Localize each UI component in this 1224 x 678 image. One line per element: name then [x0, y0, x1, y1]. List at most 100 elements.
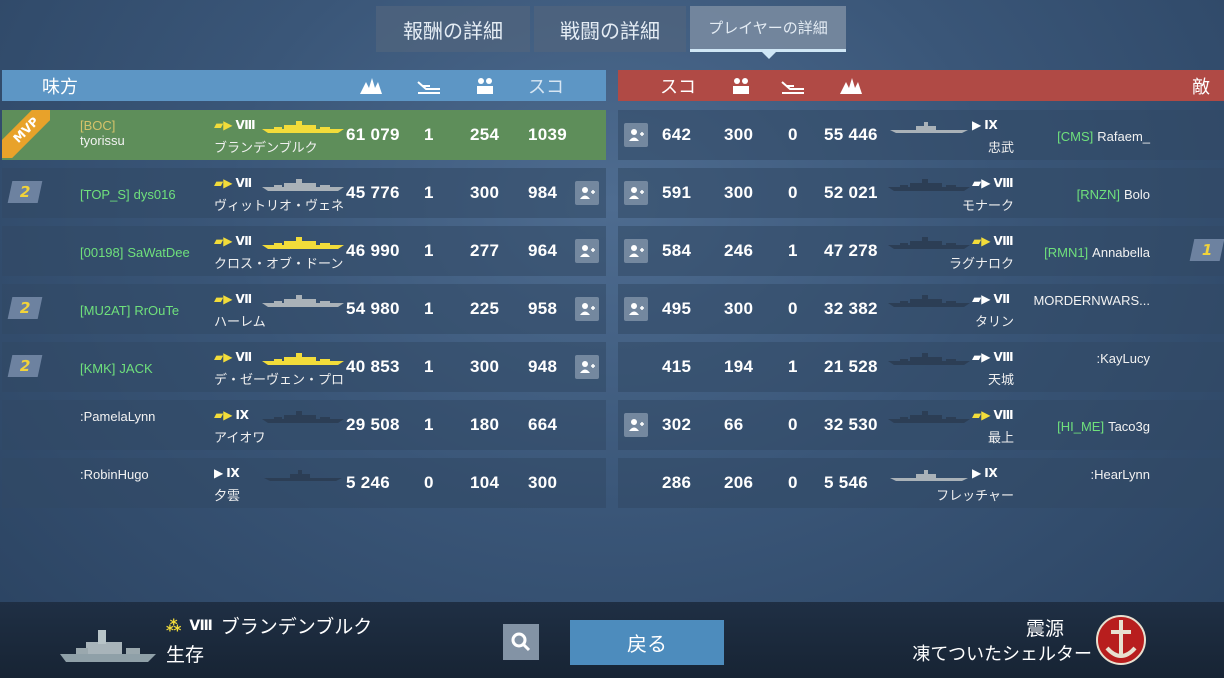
ship-tier: ▰▶ Ⅷ — [972, 234, 1014, 248]
player-name: SaWatDee — [127, 245, 190, 260]
kills-value: 0 — [788, 125, 798, 144]
ship-silhouette-icon — [264, 470, 342, 481]
add-friend-icon — [629, 245, 644, 257]
player-name: MORDERNWARS... — [1033, 293, 1150, 308]
add-friend-icon — [580, 303, 595, 315]
ship-name: ハーレム — [214, 315, 266, 330]
player-identity: :HearLynn — [1091, 467, 1151, 482]
destroyer-class-icon: ▶ — [972, 466, 982, 480]
ship-tier-numeral: Ⅷ — [993, 350, 1014, 364]
xp-icon — [477, 77, 493, 94]
damage-value: 5 246 — [346, 473, 391, 492]
clan-tag: [MU2AT] — [80, 303, 131, 318]
ally-score-header: スコ — [528, 76, 564, 98]
player-name: Taco3g — [1108, 419, 1150, 434]
ship-silhouette-icon — [262, 411, 344, 423]
xp-value: 300 — [724, 299, 754, 318]
damage-value: 46 990 — [346, 241, 400, 260]
search-button[interactable] — [503, 624, 539, 660]
kills-value: 1 — [788, 241, 798, 260]
damage-value: 52 021 — [824, 183, 878, 202]
kills-value: 0 — [788, 299, 798, 318]
ship-tier-numeral: Ⅶ — [235, 234, 253, 248]
xp-value: 194 — [724, 357, 754, 376]
add-friend-button[interactable] — [575, 355, 599, 379]
clan-tag: [CMS] — [1057, 129, 1094, 144]
score-value: 664 — [528, 415, 558, 434]
player-identity: [KMK] JACK — [80, 358, 153, 377]
ally-player-row: MVP [BOC] tyorissu ▰▶ Ⅷ ブランデンブルク 61 079 1 254 103… — [2, 110, 606, 160]
ship-silhouette-icon — [888, 237, 970, 249]
add-friend-button[interactable] — [575, 239, 599, 263]
add-friend-button[interactable] — [624, 297, 648, 321]
add-friend-icon — [629, 129, 644, 141]
tab-player-details[interactable]: プレイヤーの詳細 — [690, 6, 846, 59]
enemy-team-list: 642 300 0 55 446 ▶ Ⅸ 忠武 [CMS] Rafaem_ 591 300 0 52 0… — [618, 110, 1224, 516]
battleship-class-icon: ▰▶ — [972, 292, 991, 306]
kills-icon — [781, 80, 804, 94]
tab-battle-details[interactable]: 戦闘の詳細 — [534, 6, 686, 52]
score-value: 1039 — [528, 125, 568, 144]
ship-name: クロス・オブ・ドーン — [214, 257, 344, 272]
damage-value: 47 278 — [824, 241, 878, 260]
damage-value: 5 546 — [824, 473, 869, 492]
ship-tier: ▰▶ Ⅷ — [214, 118, 256, 132]
score-value: 948 — [528, 357, 558, 376]
add-friend-button[interactable] — [575, 297, 599, 321]
ship-name: アイオワ — [214, 431, 266, 446]
player-identity: [TOP_S] dys016 — [80, 184, 176, 203]
score-value: 984 — [528, 183, 558, 202]
enemy-player-row: 415 194 1 21 528 ▰▶ Ⅷ 天城:KayLucy — [618, 342, 1224, 392]
ship-name: デ・ゼーヴェン・プロ — [214, 373, 345, 388]
score-value: 964 — [528, 241, 558, 260]
xp-value: 66 — [724, 415, 744, 434]
score-value: 300 — [528, 473, 558, 492]
xp-value: 277 — [470, 241, 500, 260]
add-friend-button[interactable] — [624, 413, 648, 437]
player-name: Bolo — [1123, 187, 1150, 202]
mvp-badge: MVP — [2, 110, 50, 158]
ship-tier-numeral: Ⅸ — [984, 466, 998, 480]
ally-team-list: MVP [BOC] tyorissu ▰▶ Ⅷ ブランデンブルク 61 079 1 254 103… — [2, 110, 606, 516]
ship-silhouette-icon — [262, 121, 344, 133]
ship-name: タリン — [974, 315, 1014, 330]
damage-value: 45 776 — [346, 183, 400, 202]
battleship-class-icon: ▰▶ — [214, 408, 233, 422]
kills-value: 1 — [424, 183, 434, 202]
ship-tier: ▰▶ Ⅷ — [972, 350, 1014, 364]
back-button[interactable]: 戻る — [570, 620, 724, 665]
damage-icon — [840, 77, 862, 94]
kills-value: 1 — [424, 415, 434, 434]
xp-value: 300 — [470, 183, 500, 202]
ship-tier-numeral: Ⅸ — [235, 408, 249, 422]
player-identity: :PamelaLynn — [80, 409, 155, 424]
damage-icon — [360, 77, 382, 94]
player-name: :HearLynn — [1090, 467, 1151, 482]
player-name: :RobinHugo — [80, 467, 149, 482]
score-value: 642 — [662, 125, 692, 144]
player-name: RrOuTe — [134, 303, 180, 318]
player-name: dys016 — [133, 187, 176, 202]
score-value: 591 — [662, 183, 692, 202]
battleship-class-icon: ▰▶ — [214, 176, 233, 190]
score-value: 302 — [662, 415, 692, 434]
add-friend-button[interactable] — [624, 239, 648, 263]
add-friend-button[interactable] — [624, 181, 648, 205]
damage-value: 32 382 — [824, 299, 878, 318]
tab-rewards[interactable]: 報酬の詳細 — [376, 6, 530, 52]
add-friend-button[interactable] — [624, 123, 648, 147]
kills-value: 1 — [424, 357, 434, 376]
mvp-label: MVP — [2, 110, 50, 158]
score-value: 958 — [528, 299, 558, 318]
ship-tier: ▰▶ Ⅶ — [214, 350, 252, 364]
ship-tier-numeral: Ⅶ — [993, 292, 1011, 306]
enemy-player-row: 286 206 0 5 546 ▶ Ⅸ フレッチャー:HearLynn — [618, 458, 1224, 508]
player-ship-tier: Ⅷ — [189, 617, 213, 634]
xp-value: 254 — [470, 125, 500, 144]
kills-icon — [417, 80, 440, 94]
add-friend-button[interactable] — [575, 181, 599, 205]
xp-value: 300 — [470, 357, 500, 376]
ally-player-row: 2 [MU2AT] RrOuTe ▰▶ Ⅶ ハーレム 54 980 1 225 958 — [2, 284, 606, 334]
player-name: :KayLucy — [1096, 351, 1150, 366]
tab-bar: 報酬の詳細 戦闘の詳細 プレイヤーの詳細 — [376, 6, 846, 59]
